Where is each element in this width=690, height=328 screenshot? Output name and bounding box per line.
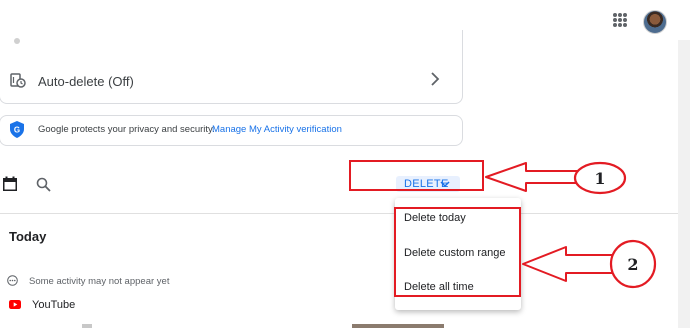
annotation-number-1: 1: [594, 169, 605, 188]
calendar-icon[interactable]: [2, 176, 18, 192]
activity-notice: Some activity may not appear yet: [29, 276, 170, 287]
card-indicator-dot: [14, 38, 20, 44]
auto-delete-card[interactable]: [0, 30, 463, 104]
auto-delete-icon: [10, 73, 26, 88]
annotation-circle-1: [573, 161, 627, 195]
google-shield-icon: G: [10, 121, 24, 138]
divider: [0, 213, 678, 214]
chevron-right-icon[interactable]: [428, 70, 442, 88]
manage-verification-link[interactable]: Manage My Activity verification: [212, 124, 342, 135]
youtube-icon: [9, 300, 21, 309]
avatar[interactable]: [643, 10, 667, 34]
annotation-circle-2: [609, 239, 657, 289]
annotation-arrow-2: [522, 246, 613, 282]
annotation-arrow-1: [485, 162, 579, 192]
annotation-box-1: [349, 160, 484, 191]
scrollbar[interactable]: [678, 40, 690, 328]
search-icon[interactable]: [36, 177, 51, 192]
annotation-number-2: 2: [627, 255, 638, 274]
activity-item-fragment: [82, 324, 92, 328]
privacy-text: Google protects your privacy and securit…: [38, 124, 215, 135]
more-horizontal-icon: [7, 275, 18, 286]
youtube-label[interactable]: YouTube: [32, 299, 75, 311]
annotation-box-2: [394, 207, 521, 297]
auto-delete-label[interactable]: Auto-delete (Off): [38, 74, 134, 89]
video-thumbnail[interactable]: [352, 324, 444, 328]
svg-text:G: G: [14, 126, 20, 135]
apps-grid-icon[interactable]: [613, 13, 627, 27]
today-heading: Today: [9, 229, 47, 244]
